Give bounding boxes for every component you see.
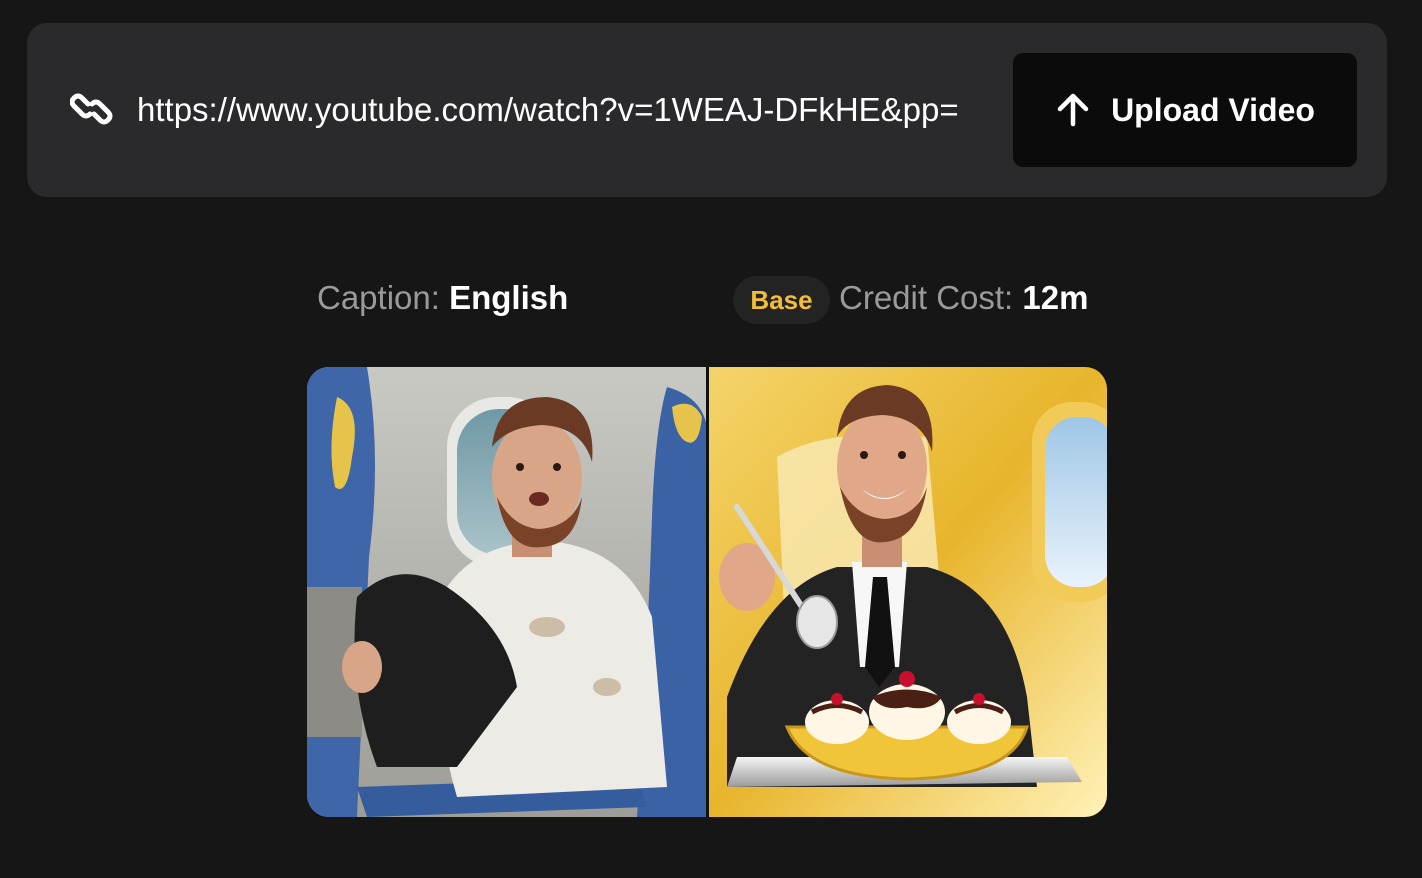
upload-video-label: Upload Video — [1111, 91, 1315, 128]
video-meta-row: Caption: English Base Credit Cost: 12m — [0, 272, 1422, 328]
caption-label: Caption: — [317, 279, 440, 316]
link-icon — [70, 93, 113, 125]
arrow-up-icon — [1057, 93, 1089, 127]
caption-setting[interactable]: Caption: English — [317, 279, 568, 317]
video-thumbnail — [307, 367, 1107, 817]
credit-cost-value: 12m — [1022, 279, 1089, 316]
tier-badge: Base — [733, 276, 830, 324]
url-bar: Upload Video — [27, 23, 1387, 197]
caption-language: English — [449, 279, 569, 316]
url-input[interactable] — [137, 85, 975, 135]
upload-video-button[interactable]: Upload Video — [1013, 53, 1357, 167]
credit-cost: Credit Cost: 12m — [839, 279, 1088, 317]
credit-cost-label: Credit Cost: — [839, 279, 1014, 316]
thumbnail-illustration — [307, 367, 1107, 817]
